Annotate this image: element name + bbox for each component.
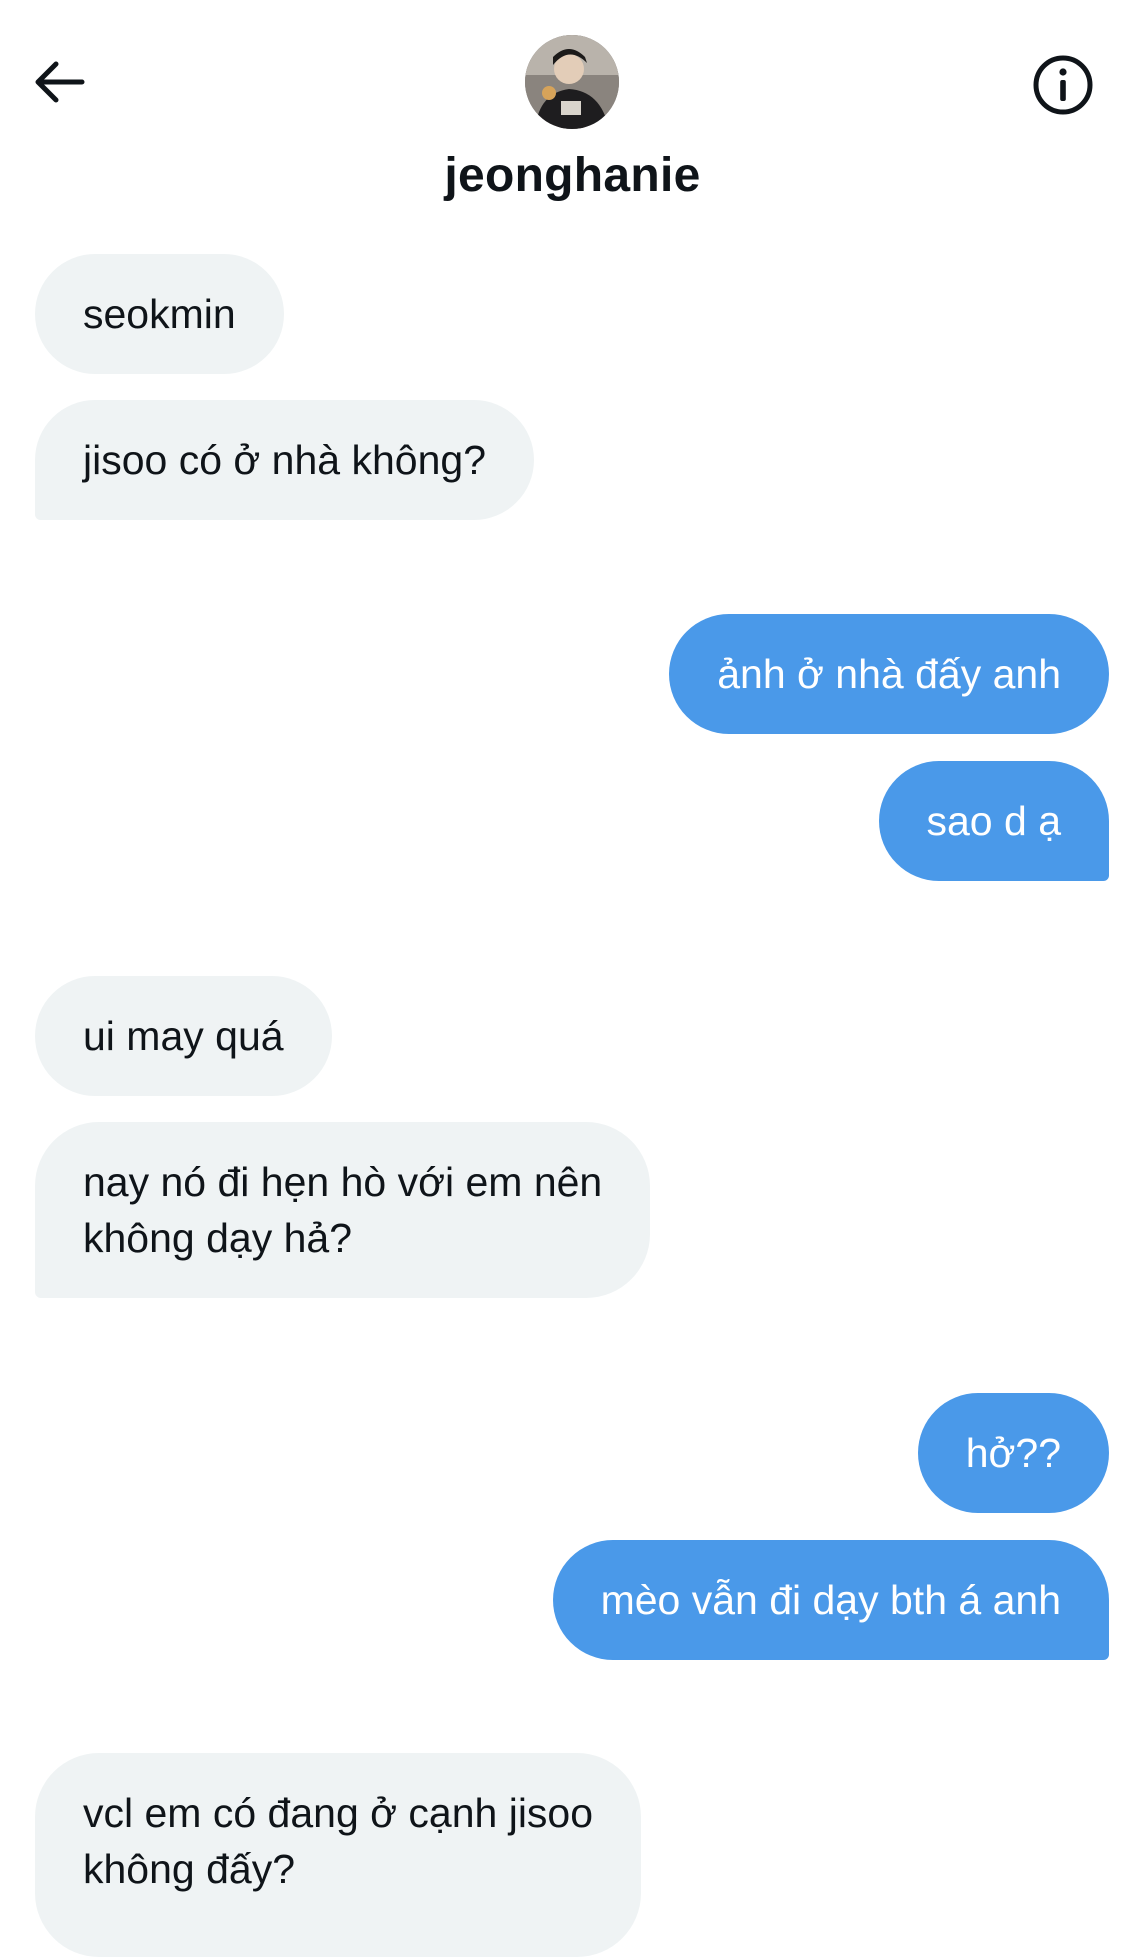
message-bubble-outgoing[interactable]: sao d ạ <box>878 761 1109 881</box>
message-line: nay nó đi hẹn hò với em nên <box>83 1159 603 1205</box>
profile-photo <box>525 35 619 129</box>
message-line: không dạy hả? <box>83 1215 353 1261</box>
message-bubble-incoming[interactable]: vcl em có đang ở cạnh jisoo không đấy? <box>35 1753 642 1957</box>
message-bubble-incoming[interactable]: nay nó đi hẹn hò với em nên không dạy hả… <box>35 1122 651 1298</box>
message-line: không đấy? <box>83 1846 296 1892</box>
message-bubble-incoming[interactable]: jisoo có ở nhà không? <box>35 400 534 520</box>
arrow-left-icon <box>35 61 85 103</box>
back-button[interactable] <box>28 52 88 112</box>
message-bubble-incoming[interactable]: ui may quá <box>35 976 332 1096</box>
message-bubble-outgoing[interactable]: ảnh ở nhà đấy anh <box>669 614 1109 734</box>
message-bubble-outgoing[interactable]: hở?? <box>917 1393 1109 1513</box>
message-line: vcl em có đang ở cạnh jisoo <box>83 1790 594 1836</box>
message-bubble-incoming[interactable]: seokmin <box>35 254 284 374</box>
avatar[interactable] <box>525 35 619 129</box>
contact-name[interactable]: jeonghanie <box>0 148 1145 203</box>
info-button[interactable] <box>1028 50 1098 120</box>
message-bubble-outgoing[interactable]: mèo vẫn đi dạy bth á anh <box>552 1540 1109 1660</box>
info-circle-icon <box>1033 55 1093 115</box>
conversation-header: jeonghanie <box>0 0 1145 240</box>
